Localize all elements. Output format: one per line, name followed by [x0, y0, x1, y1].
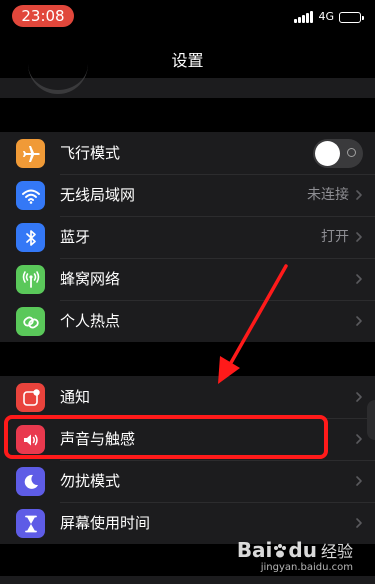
moon-icon [16, 467, 45, 496]
row-label: 勿扰模式 [60, 472, 121, 490]
settings-row-do-not-disturb[interactable]: 勿扰模式 [0, 460, 375, 502]
airplane-icon [16, 139, 45, 168]
settings-row-wifi[interactable]: 无线局域网 未连接 [0, 174, 375, 216]
toggle-off-indicator [347, 148, 356, 157]
chevron-right-icon [356, 274, 362, 284]
row-label: 个人热点 [60, 312, 121, 330]
watermark-subtitle: 经验 [320, 542, 353, 561]
settings-row-personal-hotspot[interactable]: 个人热点 [0, 300, 375, 342]
settings-group-notifications: 通知 声音与触感 勿扰模式 屏幕使用时间 [0, 376, 375, 544]
row-label: 通知 [60, 388, 91, 406]
watermark-logo-text: Bai du [236, 538, 317, 562]
watermark-url: jingyan.baidu.com [260, 562, 353, 573]
row-label: 蓝牙 [60, 228, 91, 246]
wifi-status-value: 未连接 [307, 187, 349, 203]
airplane-mode-toggle[interactable] [313, 139, 363, 168]
row-label: 屏幕使用时间 [60, 514, 151, 532]
scroll-edge-indicator [367, 400, 375, 440]
wifi-icon [16, 181, 45, 210]
chevron-right-icon [356, 392, 362, 402]
settings-row-bluetooth[interactable]: 蓝牙 打开 [0, 216, 375, 258]
signal-strength-icon [294, 11, 314, 23]
row-label: 蜂窝网络 [60, 270, 121, 288]
chevron-right-icon [356, 232, 362, 242]
paw-icon [274, 544, 287, 558]
chevron-right-icon [356, 190, 362, 200]
hotspot-link-icon [16, 307, 45, 336]
settings-group-connectivity: 飞行模式 无线局域网 未连接 蓝牙 打开 蜂窝网络 个人热点 [0, 132, 375, 342]
notification-icon [16, 383, 45, 412]
status-indicators: 4G [294, 9, 364, 25]
highlight-box [4, 415, 328, 459]
chevron-right-icon [356, 316, 362, 326]
settings-row-notifications[interactable]: 通知 [0, 376, 375, 418]
bluetooth-icon [16, 223, 45, 252]
settings-row-cellular[interactable]: 蜂窝网络 [0, 258, 375, 300]
chevron-right-icon [356, 476, 362, 486]
network-type: 4G [318, 10, 334, 23]
avatar [28, 62, 88, 94]
battery-icon [339, 11, 364, 23]
status-time: 23:08 [12, 5, 74, 27]
cellular-antenna-icon [16, 265, 45, 294]
profile-row-partial[interactable] [0, 78, 375, 98]
bluetooth-status-value: 打开 [321, 229, 349, 245]
hourglass-icon [16, 509, 45, 538]
baidu-jingyan-watermark: Bai du 经验 jingyan.baidu.com [223, 538, 353, 578]
row-label: 飞行模式 [60, 144, 121, 162]
status-bar: 23:08 4G [0, 0, 375, 34]
settings-row-airplane-mode[interactable]: 飞行模式 [0, 132, 375, 174]
chevron-right-icon [356, 434, 362, 444]
chevron-right-icon [356, 518, 362, 528]
row-label: 无线局域网 [60, 186, 136, 204]
toggle-knob [315, 141, 340, 166]
